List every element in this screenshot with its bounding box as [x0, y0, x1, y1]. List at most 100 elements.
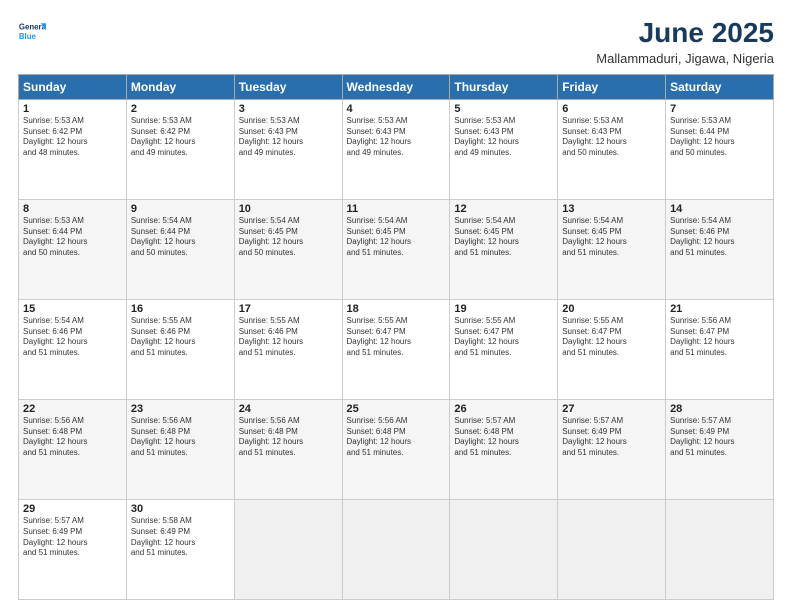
day-detail: Sunrise: 5:54 AM Sunset: 6:45 PM Dayligh… [562, 216, 661, 259]
calendar-cell: 17Sunrise: 5:55 AM Sunset: 6:46 PM Dayli… [234, 299, 342, 399]
calendar-header-row: SundayMondayTuesdayWednesdayThursdayFrid… [19, 74, 774, 99]
calendar-cell [342, 499, 450, 599]
day-number: 28 [670, 403, 769, 415]
day-number: 26 [454, 403, 553, 415]
day-detail: Sunrise: 5:56 AM Sunset: 6:48 PM Dayligh… [23, 416, 122, 459]
day-number: 7 [670, 103, 769, 115]
calendar-page: General Blue June 2025 Mallammaduri, Jig… [0, 0, 792, 612]
calendar-cell: 18Sunrise: 5:55 AM Sunset: 6:47 PM Dayli… [342, 299, 450, 399]
calendar-cell: 4Sunrise: 5:53 AM Sunset: 6:43 PM Daylig… [342, 99, 450, 199]
calendar-cell: 5Sunrise: 5:53 AM Sunset: 6:43 PM Daylig… [450, 99, 558, 199]
day-number: 4 [347, 103, 446, 115]
day-number: 27 [562, 403, 661, 415]
day-number: 11 [347, 203, 446, 215]
day-detail: Sunrise: 5:57 AM Sunset: 6:48 PM Dayligh… [454, 416, 553, 459]
day-number: 9 [131, 203, 230, 215]
svg-text:Blue: Blue [19, 32, 37, 41]
calendar-cell: 28Sunrise: 5:57 AM Sunset: 6:49 PM Dayli… [666, 399, 774, 499]
day-header-tuesday: Tuesday [234, 74, 342, 99]
calendar-cell [558, 499, 666, 599]
day-detail: Sunrise: 5:53 AM Sunset: 6:43 PM Dayligh… [454, 116, 553, 159]
calendar-cell: 6Sunrise: 5:53 AM Sunset: 6:43 PM Daylig… [558, 99, 666, 199]
day-number: 12 [454, 203, 553, 215]
day-number: 24 [239, 403, 338, 415]
calendar-cell: 26Sunrise: 5:57 AM Sunset: 6:48 PM Dayli… [450, 399, 558, 499]
day-detail: Sunrise: 5:57 AM Sunset: 6:49 PM Dayligh… [23, 516, 122, 559]
calendar-cell: 9Sunrise: 5:54 AM Sunset: 6:44 PM Daylig… [126, 199, 234, 299]
day-number: 29 [23, 503, 122, 515]
day-header-monday: Monday [126, 74, 234, 99]
calendar-cell: 7Sunrise: 5:53 AM Sunset: 6:44 PM Daylig… [666, 99, 774, 199]
day-number: 23 [131, 403, 230, 415]
day-detail: Sunrise: 5:54 AM Sunset: 6:46 PM Dayligh… [23, 316, 122, 359]
calendar-cell: 13Sunrise: 5:54 AM Sunset: 6:45 PM Dayli… [558, 199, 666, 299]
day-detail: Sunrise: 5:57 AM Sunset: 6:49 PM Dayligh… [670, 416, 769, 459]
day-detail: Sunrise: 5:55 AM Sunset: 6:47 PM Dayligh… [562, 316, 661, 359]
calendar-cell: 22Sunrise: 5:56 AM Sunset: 6:48 PM Dayli… [19, 399, 127, 499]
day-detail: Sunrise: 5:55 AM Sunset: 6:47 PM Dayligh… [454, 316, 553, 359]
day-detail: Sunrise: 5:54 AM Sunset: 6:46 PM Dayligh… [670, 216, 769, 259]
header: General Blue June 2025 Mallammaduri, Jig… [18, 18, 774, 66]
day-detail: Sunrise: 5:54 AM Sunset: 6:45 PM Dayligh… [239, 216, 338, 259]
day-number: 22 [23, 403, 122, 415]
calendar-cell: 10Sunrise: 5:54 AM Sunset: 6:45 PM Dayli… [234, 199, 342, 299]
day-number: 20 [562, 303, 661, 315]
day-detail: Sunrise: 5:56 AM Sunset: 6:48 PM Dayligh… [347, 416, 446, 459]
calendar-cell: 2Sunrise: 5:53 AM Sunset: 6:42 PM Daylig… [126, 99, 234, 199]
day-number: 21 [670, 303, 769, 315]
day-detail: Sunrise: 5:53 AM Sunset: 6:43 PM Dayligh… [239, 116, 338, 159]
day-detail: Sunrise: 5:53 AM Sunset: 6:42 PM Dayligh… [23, 116, 122, 159]
logo-icon: General Blue [18, 18, 46, 46]
calendar-cell [666, 499, 774, 599]
calendar-cell: 16Sunrise: 5:55 AM Sunset: 6:46 PM Dayli… [126, 299, 234, 399]
calendar-table: SundayMondayTuesdayWednesdayThursdayFrid… [18, 74, 774, 600]
day-number: 6 [562, 103, 661, 115]
day-detail: Sunrise: 5:56 AM Sunset: 6:48 PM Dayligh… [131, 416, 230, 459]
calendar-cell: 29Sunrise: 5:57 AM Sunset: 6:49 PM Dayli… [19, 499, 127, 599]
day-number: 18 [347, 303, 446, 315]
day-header-saturday: Saturday [666, 74, 774, 99]
day-detail: Sunrise: 5:55 AM Sunset: 6:47 PM Dayligh… [347, 316, 446, 359]
logo: General Blue [18, 18, 46, 46]
day-number: 19 [454, 303, 553, 315]
day-header-thursday: Thursday [450, 74, 558, 99]
title-block: June 2025 Mallammaduri, Jigawa, Nigeria [596, 18, 774, 66]
calendar-cell [234, 499, 342, 599]
day-number: 1 [23, 103, 122, 115]
day-number: 8 [23, 203, 122, 215]
calendar-cell: 19Sunrise: 5:55 AM Sunset: 6:47 PM Dayli… [450, 299, 558, 399]
day-number: 17 [239, 303, 338, 315]
calendar-cell: 8Sunrise: 5:53 AM Sunset: 6:44 PM Daylig… [19, 199, 127, 299]
day-detail: Sunrise: 5:58 AM Sunset: 6:49 PM Dayligh… [131, 516, 230, 559]
day-number: 30 [131, 503, 230, 515]
day-header-friday: Friday [558, 74, 666, 99]
day-detail: Sunrise: 5:57 AM Sunset: 6:49 PM Dayligh… [562, 416, 661, 459]
day-number: 25 [347, 403, 446, 415]
day-detail: Sunrise: 5:56 AM Sunset: 6:48 PM Dayligh… [239, 416, 338, 459]
day-detail: Sunrise: 5:54 AM Sunset: 6:44 PM Dayligh… [131, 216, 230, 259]
calendar-cell [450, 499, 558, 599]
day-number: 3 [239, 103, 338, 115]
day-detail: Sunrise: 5:55 AM Sunset: 6:46 PM Dayligh… [131, 316, 230, 359]
calendar-cell: 15Sunrise: 5:54 AM Sunset: 6:46 PM Dayli… [19, 299, 127, 399]
calendar-cell: 20Sunrise: 5:55 AM Sunset: 6:47 PM Dayli… [558, 299, 666, 399]
calendar-cell: 23Sunrise: 5:56 AM Sunset: 6:48 PM Dayli… [126, 399, 234, 499]
day-header-sunday: Sunday [19, 74, 127, 99]
calendar-title: June 2025 [596, 18, 774, 49]
day-number: 15 [23, 303, 122, 315]
calendar-cell: 3Sunrise: 5:53 AM Sunset: 6:43 PM Daylig… [234, 99, 342, 199]
day-header-wednesday: Wednesday [342, 74, 450, 99]
calendar-cell: 11Sunrise: 5:54 AM Sunset: 6:45 PM Dayli… [342, 199, 450, 299]
calendar-cell: 30Sunrise: 5:58 AM Sunset: 6:49 PM Dayli… [126, 499, 234, 599]
day-number: 16 [131, 303, 230, 315]
day-detail: Sunrise: 5:54 AM Sunset: 6:45 PM Dayligh… [454, 216, 553, 259]
calendar-cell: 21Sunrise: 5:56 AM Sunset: 6:47 PM Dayli… [666, 299, 774, 399]
day-number: 14 [670, 203, 769, 215]
calendar-cell: 25Sunrise: 5:56 AM Sunset: 6:48 PM Dayli… [342, 399, 450, 499]
day-detail: Sunrise: 5:53 AM Sunset: 6:43 PM Dayligh… [562, 116, 661, 159]
calendar-subtitle: Mallammaduri, Jigawa, Nigeria [596, 51, 774, 66]
day-detail: Sunrise: 5:54 AM Sunset: 6:45 PM Dayligh… [347, 216, 446, 259]
day-detail: Sunrise: 5:56 AM Sunset: 6:47 PM Dayligh… [670, 316, 769, 359]
day-detail: Sunrise: 5:53 AM Sunset: 6:44 PM Dayligh… [670, 116, 769, 159]
calendar-cell: 12Sunrise: 5:54 AM Sunset: 6:45 PM Dayli… [450, 199, 558, 299]
